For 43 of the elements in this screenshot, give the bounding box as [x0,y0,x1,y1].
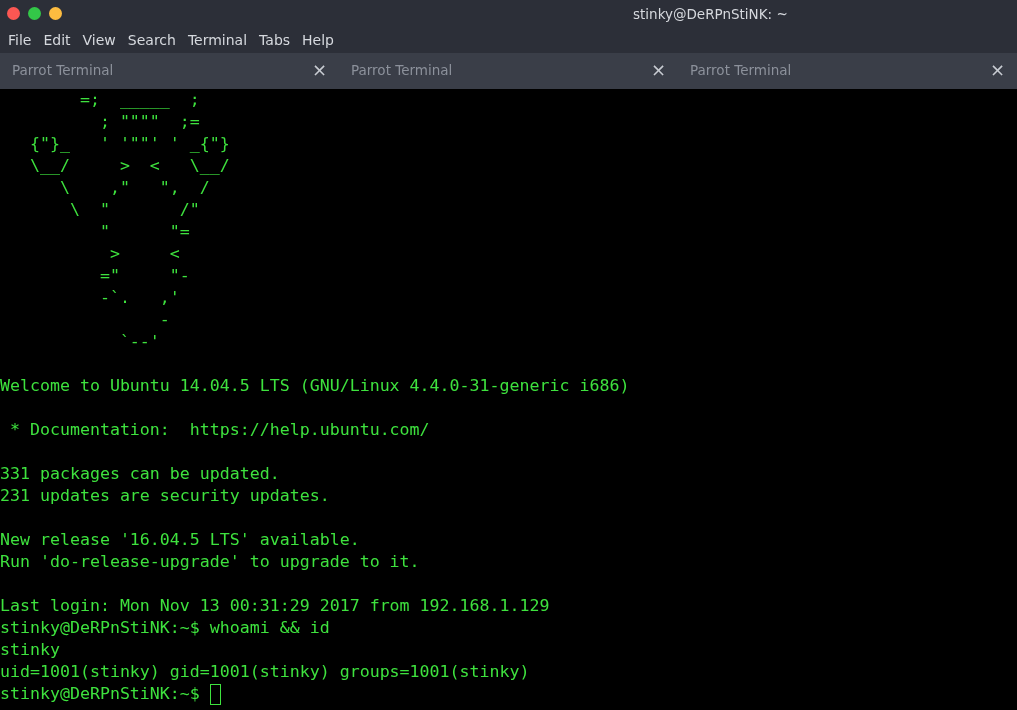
menu-item[interactable]: Search [121,32,182,48]
terminal-line: stinky [0,639,60,661]
terminal-line: Last login: Mon Nov 13 00:31:29 2017 from 192.168.1.129 [0,595,550,617]
tab-label: Parrot Terminal [690,62,792,78]
ascii-art-line: {"}_ ' '""' ' _{"} [28,133,230,155]
terminal-line: stinky@DeRPnStiNK:~$ whoami && id [0,617,330,639]
terminal-line: * Documentation: https://help.ubuntu.com/ [9,419,430,441]
menu-item[interactable]: Help [296,32,340,48]
menu-item[interactable]: View [76,32,122,48]
tab-label: Parrot Terminal [12,62,114,78]
menu-item[interactable]: Edit [37,32,77,48]
terminal-line: uid=1001(stinky) gid=1001(stinky) groups=1001(stinky) [0,661,530,683]
terminal-tab[interactable]: Parrot Terminal × [339,53,678,89]
close-tab-button[interactable]: × [989,61,1005,79]
terminal-tab[interactable]: Parrot Terminal × [0,53,339,89]
terminal-line: 331 packages can be updated. [0,463,280,485]
terminal-tab[interactable]: Parrot Terminal × [678,53,1017,89]
ascii-art-line: \ " /" [68,199,200,221]
ascii-art-line: \__/ > < \__/ [28,155,230,177]
ascii-art-line: =; _____ ; [78,89,200,111]
ascii-art-line: =" "- [98,265,190,287]
menu-item[interactable]: Tabs [253,32,297,48]
minimize-window-button[interactable] [49,7,62,20]
ascii-art-line: ; """" ;= [98,111,200,133]
ascii-art-line: - [158,309,170,331]
ascii-art-line: -`. ,' [98,287,180,309]
ascii-art-line: \ ," ", / [58,177,210,199]
menu-item[interactable]: Terminal [181,32,254,48]
window-title: stinky@DeRPnStiNK: ~ [633,5,788,22]
terminal-line: Welcome to Ubuntu 14.04.5 LTS (GNU/Linux 4.4.0-31-generic i686) [0,375,630,397]
ascii-art-line: > < [108,243,180,265]
terminal-line: Run 'do-release-upgrade' to upgrade to it. [0,551,420,573]
terminal-line: New release '16.04.5 LTS' available. [0,529,360,551]
ascii-art-line: `--' [118,331,160,353]
maximize-window-button[interactable] [28,7,41,20]
tab-label: Parrot Terminal [351,62,453,78]
close-tab-button[interactable]: × [650,61,666,79]
ascii-art-line: " "= [98,221,190,243]
terminal-line: stinky@DeRPnStiNK:~$ [0,683,201,705]
terminal-line: 231 updates are security updates. [0,485,330,507]
close-tab-button[interactable]: × [311,61,327,79]
close-window-button[interactable] [7,7,20,20]
menu-item[interactable]: File [2,32,38,48]
